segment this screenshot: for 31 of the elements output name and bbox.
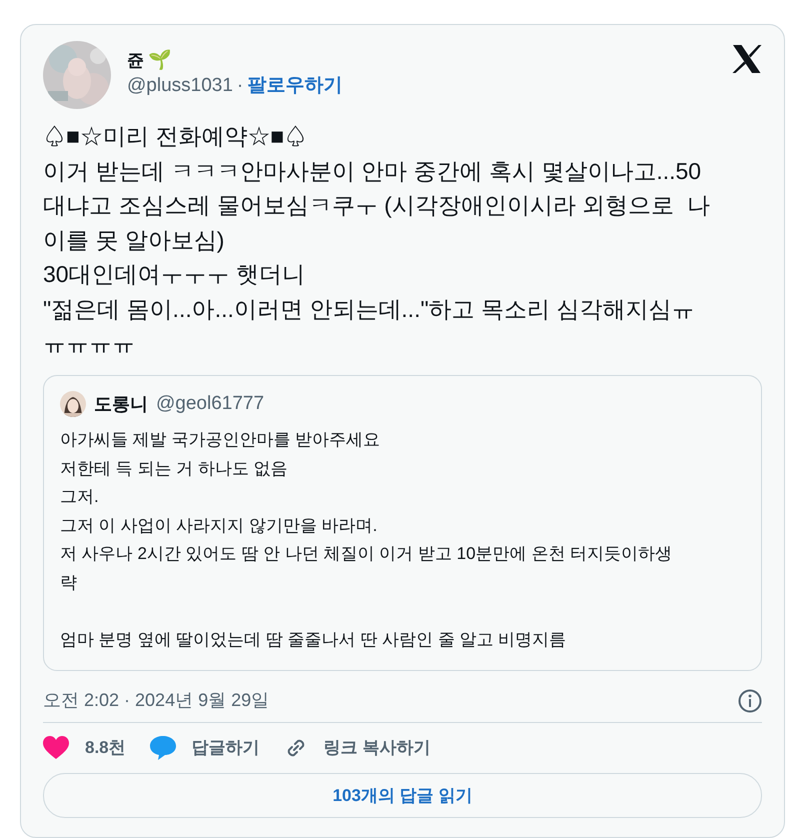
tweet-text-line: ♤■☆미리 전화예약☆■♤ xyxy=(43,122,308,151)
tweet-text-line: "젊은데 몸이...아...이러면 안되는데..."하고 목소리 심각해지심ㅠ xyxy=(43,294,694,324)
quoted-text-line: 저한테 득 되는 거 하나도 없음 xyxy=(60,458,288,478)
quoted-author-name: 도롱니 xyxy=(94,392,148,415)
author-handle: @pluss1031 xyxy=(127,74,233,98)
quoted-text-line: 저 사우나 2시간 있어도 땀 안 나던 체질이 이거 받고 10분만에 온천 터지듯이하생 xyxy=(60,544,672,563)
like-count[interactable]: 8.8천 xyxy=(85,735,126,760)
quoted-text-line: 엄마 분명 옆에 딸이었는데 땀 줄줄나서 딴 사람인 줄 알고 비명지름 xyxy=(60,630,566,648)
separator-dot: · xyxy=(236,74,244,98)
follow-link[interactable]: 팔로우하기 xyxy=(247,72,342,100)
copy-link[interactable]: 링크 복사하기 xyxy=(324,735,430,760)
tweet-text-line: 이거 받는데 ㅋㅋㅋ안마사분이 안마 중간에 혹시 몇살이나고...50 xyxy=(43,156,702,186)
heart-icon xyxy=(43,736,69,760)
quoted-tweet[interactable]: 도롱니 @geol61777 아가씨들 제발 국가공인안마를 받아주세요 저한테 득 되는 거 하나도 없음 그저. 그저 이 사업이 사라지지 않기만을 바라며. 저 사우나 2시간 있어도 땀 안 나던 체질이 이거 받고 10분만에 온천 터지듯이하생 략 엄마 분명 옆에 딸이었는데 땀 줄줄나서 딴 사람인 줄 알고 비명지름 xyxy=(43,374,762,671)
sprout-emoji: 🌱 xyxy=(148,50,172,72)
reply-link[interactable]: 답글하기 xyxy=(192,735,260,760)
x-logo-icon xyxy=(732,45,762,73)
tweet-text-line: 대냐고 조심스레 물어보심ㅋ쿠ㅜ (시각장애인이시라 외형으로 나 xyxy=(43,191,710,220)
read-replies-button[interactable]: 103개의 답글 읽기 xyxy=(43,772,762,818)
tweet-text-line: 이를 못 알아보심) xyxy=(43,226,224,255)
speech-bubble-icon xyxy=(150,736,176,760)
tweet-text-line: ㅠㅠㅠㅠ xyxy=(43,329,135,358)
info-icon[interactable] xyxy=(738,688,762,712)
tweet-text-line: 30대인데여ㅜㅜㅜ 햇더니 xyxy=(43,260,305,289)
timestamp: 오전 2:02 · 2024년 9월 29일 xyxy=(43,689,270,712)
quoted-text-line: 략 xyxy=(60,572,77,592)
quoted-text-line: 그저 이 사업이 사라지지 않기만을 바라며. xyxy=(60,516,378,534)
quoted-text-line: 그저. xyxy=(60,487,99,506)
author-name: 쥰 xyxy=(127,50,144,72)
quoted-text-line: 아가씨들 제발 국가공인안마를 받아주세요 xyxy=(60,430,380,449)
quoted-author-handle: @geol61777 xyxy=(156,392,264,416)
